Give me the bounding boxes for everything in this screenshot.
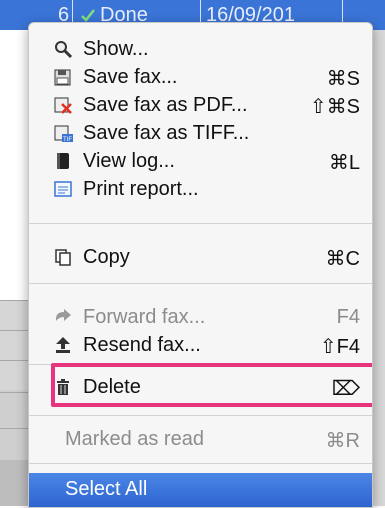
menu-separator: [29, 463, 372, 464]
highlight-box: [51, 363, 372, 407]
save-fax-icon: [53, 67, 73, 87]
svg-text:TIF: TIF: [63, 137, 72, 143]
menu-item-shortcut: ⇧⌘S: [309, 96, 360, 118]
menu-item-label: View log...: [83, 150, 175, 172]
menu-item-print-report[interactable]: Print report...: [29, 173, 372, 205]
log-book-icon: [53, 151, 73, 171]
tiff-icon: TIF: [53, 123, 73, 143]
menu-item-label: Save fax as PDF...: [83, 94, 248, 116]
menu-item-label: Save fax...: [83, 66, 178, 88]
menu-item-shortcut: ⌘R: [325, 430, 360, 452]
menu-item-shortcut: F4: [336, 306, 360, 328]
bg-line: [0, 360, 28, 361]
magnifier-icon: [53, 39, 73, 59]
background-right-strip: [371, 30, 385, 506]
menu-item-shortcut: ⌘C: [325, 248, 360, 270]
menu-item-label: Marked as read: [65, 428, 204, 450]
bg-line: [0, 392, 28, 393]
bg-line: [0, 330, 28, 331]
menu-item-label: Print report...: [83, 178, 199, 200]
menu-item-label: Select All: [65, 478, 148, 500]
menu-item-shortcut: ⌘S: [326, 68, 360, 90]
menu-item-marked-as-read[interactable]: Marked as read ⌘R: [29, 423, 372, 455]
menu-item-label: Copy: [83, 246, 130, 268]
menu-item-copy[interactable]: Copy ⌘C: [29, 241, 372, 273]
menu-item-label: Show...: [83, 38, 149, 60]
menu-item-label: Save fax as TIFF...: [83, 122, 250, 144]
menu-separator: [29, 415, 372, 416]
background-left-strip: [0, 30, 28, 506]
resend-icon: [53, 335, 73, 355]
menu-item-resend-fax[interactable]: Resend fax... ⇧F4: [29, 329, 372, 361]
menu-separator: [29, 223, 372, 224]
report-icon: [53, 179, 73, 199]
forward-icon: [53, 307, 73, 327]
menu-item-label: Resend fax...: [83, 334, 201, 356]
menu-item-label: Forward fax...: [83, 306, 206, 328]
menu-separator: [29, 283, 372, 284]
menu-item-shortcut: ⌘L: [328, 152, 360, 174]
menu-item-select-all[interactable]: Select All: [29, 473, 372, 507]
copy-icon: [53, 247, 73, 267]
menu-item-shortcut: ⇧F4: [319, 336, 360, 358]
pdf-icon: [53, 95, 73, 115]
bg-line: [0, 300, 28, 301]
context-menu: Show... Save fax... ⌘S Save fax as PDF..…: [28, 22, 373, 508]
bg-line: [0, 428, 28, 429]
